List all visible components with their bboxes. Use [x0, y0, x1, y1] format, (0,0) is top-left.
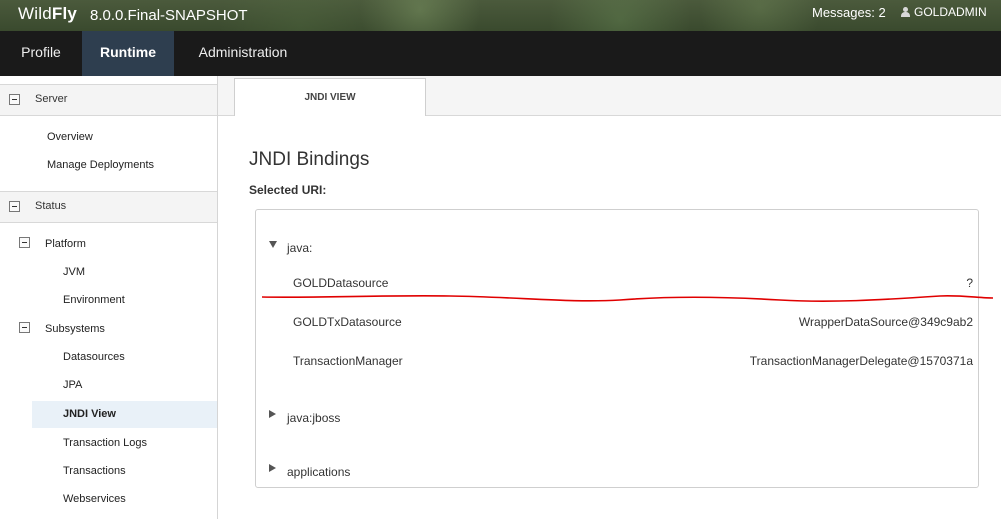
logo-text-bold: Fly: [51, 4, 78, 23]
sidebar-group-platform[interactable]: Platform: [45, 238, 86, 250]
top-header: WildFly 8.0.0.Final-SNAPSHOT Messages: 2…: [0, 0, 1001, 31]
tab-jndi-view[interactable]: JNDI VIEW: [234, 78, 426, 116]
user-menu[interactable]: GOLDADMIN: [901, 5, 987, 19]
tree-node-applications[interactable]: applications: [287, 465, 350, 479]
logo-text-light: Wild: [18, 4, 52, 23]
red-annotation-line: [261, 294, 994, 303]
expanded-triangle-icon[interactable]: [269, 241, 277, 248]
user-name: GOLDADMIN: [914, 5, 987, 19]
sidebar-item-jndi-view[interactable]: JNDI View: [63, 408, 116, 420]
wildfly-logo: WildFly: [18, 4, 77, 24]
sidebar-section-status[interactable]: Status: [0, 191, 217, 223]
sidebar-selection-highlight: [32, 401, 217, 428]
collapsed-triangle-icon[interactable]: [269, 464, 276, 472]
jndi-tree: java: GOLDDatasource ? GOLDTxDatasource …: [255, 209, 979, 488]
sidebar-item-overview[interactable]: Overview: [47, 131, 93, 143]
tree-entry-name[interactable]: GOLDDatasource: [293, 276, 388, 290]
collapse-icon[interactable]: [9, 201, 20, 212]
selected-uri-label: Selected URI:: [249, 183, 327, 197]
nav-tab-runtime[interactable]: Runtime: [82, 31, 174, 76]
sidebar-section-server[interactable]: Server: [0, 84, 217, 116]
user-icon: [901, 7, 910, 17]
messages-link[interactable]: Messages: 2: [812, 5, 886, 20]
tree-entry-value: WrapperDataSource@349c9ab2: [798, 315, 973, 329]
sidebar-item-datasources[interactable]: Datasources: [63, 351, 125, 363]
tree-entry-name[interactable]: GOLDTxDatasource: [293, 315, 402, 329]
sidebar-group-subsystems[interactable]: Subsystems: [45, 323, 105, 335]
sidebar-item-jpa[interactable]: JPA: [63, 379, 82, 391]
sidebar-item-transactions[interactable]: Transactions: [63, 465, 126, 477]
tree-entry-value: ?: [966, 276, 973, 290]
sidebar-item-webservices[interactable]: Webservices: [63, 493, 126, 505]
section-label: Status: [35, 200, 67, 212]
product-version: 8.0.0.Final-SNAPSHOT: [90, 7, 248, 24]
sidebar: Server Overview Manage Deployments Statu…: [0, 76, 218, 519]
sidebar-item-environment[interactable]: Environment: [63, 294, 125, 306]
main-nav: Profile Runtime Administration: [0, 31, 1001, 76]
sidebar-item-manage-deployments[interactable]: Manage Deployments: [47, 159, 154, 171]
tree-entry-name[interactable]: TransactionManager: [293, 354, 403, 368]
collapse-icon[interactable]: [9, 94, 20, 105]
page-title: JNDI Bindings: [249, 149, 370, 170]
nav-tab-profile[interactable]: Profile: [0, 31, 82, 76]
sidebar-item-transaction-logs[interactable]: Transaction Logs: [63, 437, 147, 449]
section-label: Server: [35, 93, 68, 105]
tree-entry-value: TransactionManagerDelegate@1570371a: [749, 354, 973, 368]
collapse-icon[interactable]: [19, 237, 30, 248]
tree-node-java[interactable]: java:: [287, 241, 312, 255]
collapse-icon[interactable]: [19, 322, 30, 333]
sidebar-item-jvm[interactable]: JVM: [63, 266, 85, 278]
tree-node-java-jboss[interactable]: java:jboss: [287, 411, 340, 425]
collapsed-triangle-icon[interactable]: [269, 410, 276, 418]
nav-tab-administration[interactable]: Administration: [174, 31, 312, 76]
